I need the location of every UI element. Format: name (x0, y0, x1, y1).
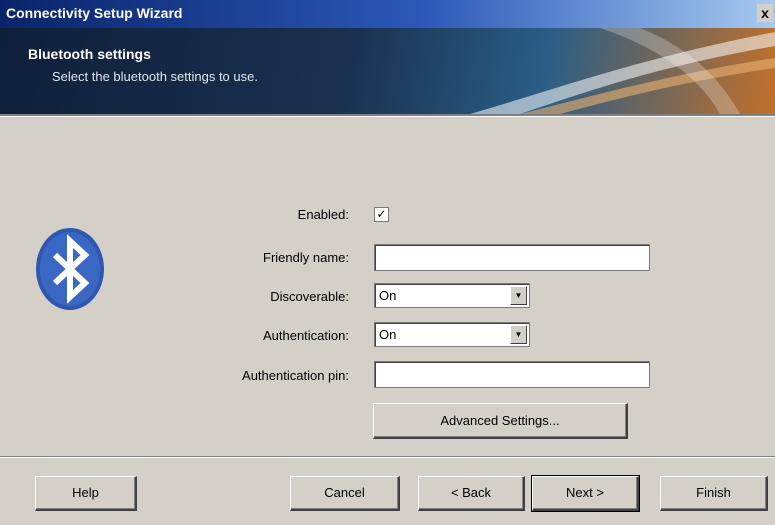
banner-divider (0, 114, 775, 117)
next-button[interactable]: Next > (531, 475, 640, 512)
title-bar: Connectivity Setup Wizard x (0, 0, 775, 28)
footer-divider (0, 456, 775, 458)
advanced-settings-button[interactable]: Advanced Settings... (373, 403, 628, 439)
enabled-label: Enabled: (297, 207, 349, 222)
discoverable-value: On (379, 288, 397, 303)
friendly-name-label: Friendly name: (199, 250, 349, 265)
cancel-button[interactable]: Cancel (290, 476, 400, 511)
auth-pin-label: Authentication pin: (242, 368, 349, 383)
wizard-banner: Bluetooth settings Select the bluetooth … (0, 28, 775, 114)
friendly-name-label-text: Friendly name: (263, 250, 349, 265)
finish-button[interactable]: Finish (660, 476, 768, 511)
bluetooth-logo-icon (36, 228, 104, 310)
enabled-checkbox[interactable]: ✓ (374, 207, 389, 222)
chevron-down-icon[interactable]: ▼ (510, 286, 527, 305)
help-button[interactable]: Help (35, 476, 137, 511)
discoverable-label: Discoverable: (270, 289, 349, 304)
friendly-name-input[interactable] (374, 244, 650, 271)
authentication-select[interactable]: On ▼ (374, 322, 530, 347)
banner-title: Bluetooth settings (28, 46, 151, 62)
auth-pin-input[interactable] (374, 361, 650, 388)
close-icon[interactable]: x (757, 4, 773, 22)
authentication-value: On (379, 327, 397, 342)
window-title: Connectivity Setup Wizard (6, 5, 183, 21)
chevron-down-icon[interactable]: ▼ (510, 325, 527, 344)
banner-subtitle: Select the bluetooth settings to use. (52, 69, 258, 84)
discoverable-select[interactable]: On ▼ (374, 283, 530, 308)
authentication-label: Authentication: (262, 328, 349, 343)
back-button[interactable]: < Back (418, 476, 525, 511)
